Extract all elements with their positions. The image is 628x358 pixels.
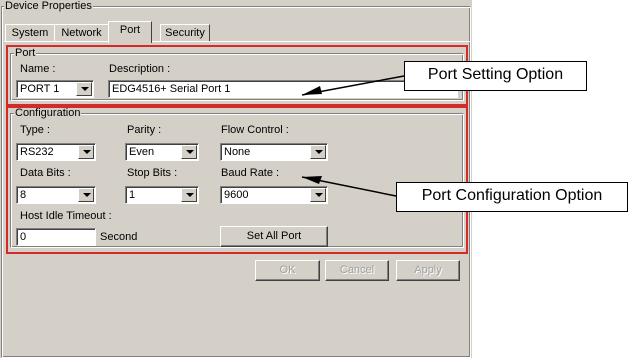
port-config-callout: Port Configuration Option: [396, 182, 628, 212]
configuration-group-title: Configuration: [14, 107, 82, 119]
parity-label: Parity :: [127, 124, 162, 136]
type-value: RS232: [20, 146, 54, 158]
baud-rate-value: 9600: [224, 189, 249, 201]
description-label: Description :: [109, 63, 171, 75]
flow-control-dropdown-button[interactable]: [310, 145, 326, 159]
type-label: Type :: [20, 124, 50, 136]
chevron-down-icon: [83, 150, 91, 154]
flow-control-select[interactable]: None: [220, 143, 328, 161]
port-name-value: PORT 1: [20, 83, 60, 95]
host-idle-timeout-unit: Second: [100, 231, 138, 243]
data-bits-label: Data Bits :: [20, 167, 71, 179]
parity-select[interactable]: Even: [125, 143, 199, 161]
host-idle-timeout-label: Host Idle Timeout :: [20, 210, 112, 222]
port-group-title: Port: [14, 47, 37, 59]
type-dropdown-button[interactable]: [78, 145, 94, 159]
name-label: Name :: [20, 63, 56, 75]
flow-control-label: Flow Control :: [221, 124, 289, 136]
tab-port[interactable]: Port: [108, 21, 152, 43]
chevron-down-icon: [315, 150, 323, 154]
set-all-port-button[interactable]: Set All Port: [220, 226, 328, 247]
type-select[interactable]: RS232: [16, 143, 96, 161]
cancel-button[interactable]: Cancel: [325, 260, 389, 281]
baud-rate-select[interactable]: 9600: [220, 186, 328, 204]
flow-control-value: None: [224, 146, 251, 158]
chevron-down-icon: [186, 150, 194, 154]
apply-button[interactable]: Apply: [396, 260, 460, 281]
chevron-down-icon: [83, 193, 91, 197]
chevron-down-icon: [81, 87, 89, 91]
tab-network[interactable]: Network: [54, 24, 109, 42]
baud-rate-dropdown-button[interactable]: [310, 188, 326, 202]
tab-security[interactable]: Security: [160, 24, 210, 42]
parity-dropdown-button[interactable]: [181, 145, 197, 159]
device-properties-panel: Device Properties System Network Port Se…: [0, 0, 472, 358]
tab-system[interactable]: System: [5, 24, 55, 42]
baud-rate-label: Baud Rate :: [221, 167, 280, 179]
data-bits-select[interactable]: 8: [16, 186, 96, 204]
stop-bits-label: Stop Bits :: [127, 167, 178, 179]
data-bits-value: 8: [20, 189, 27, 201]
host-idle-timeout-field[interactable]: 0: [16, 228, 96, 246]
tab-divider: [4, 41, 470, 42]
chevron-down-icon: [186, 193, 194, 197]
stop-bits-select[interactable]: 1: [125, 186, 199, 204]
parity-value: Even: [129, 146, 155, 158]
device-properties-title: Device Properties: [4, 0, 93, 12]
port-name-select[interactable]: PORT 1: [16, 80, 94, 98]
ok-button[interactable]: OK: [255, 260, 320, 281]
stop-bits-dropdown-button[interactable]: [181, 188, 197, 202]
chevron-down-icon: [315, 193, 323, 197]
port-setting-callout: Port Setting Option: [404, 61, 587, 91]
port-name-dropdown-button[interactable]: [76, 82, 92, 96]
stop-bits-value: 1: [129, 189, 136, 201]
data-bits-dropdown-button[interactable]: [78, 188, 94, 202]
